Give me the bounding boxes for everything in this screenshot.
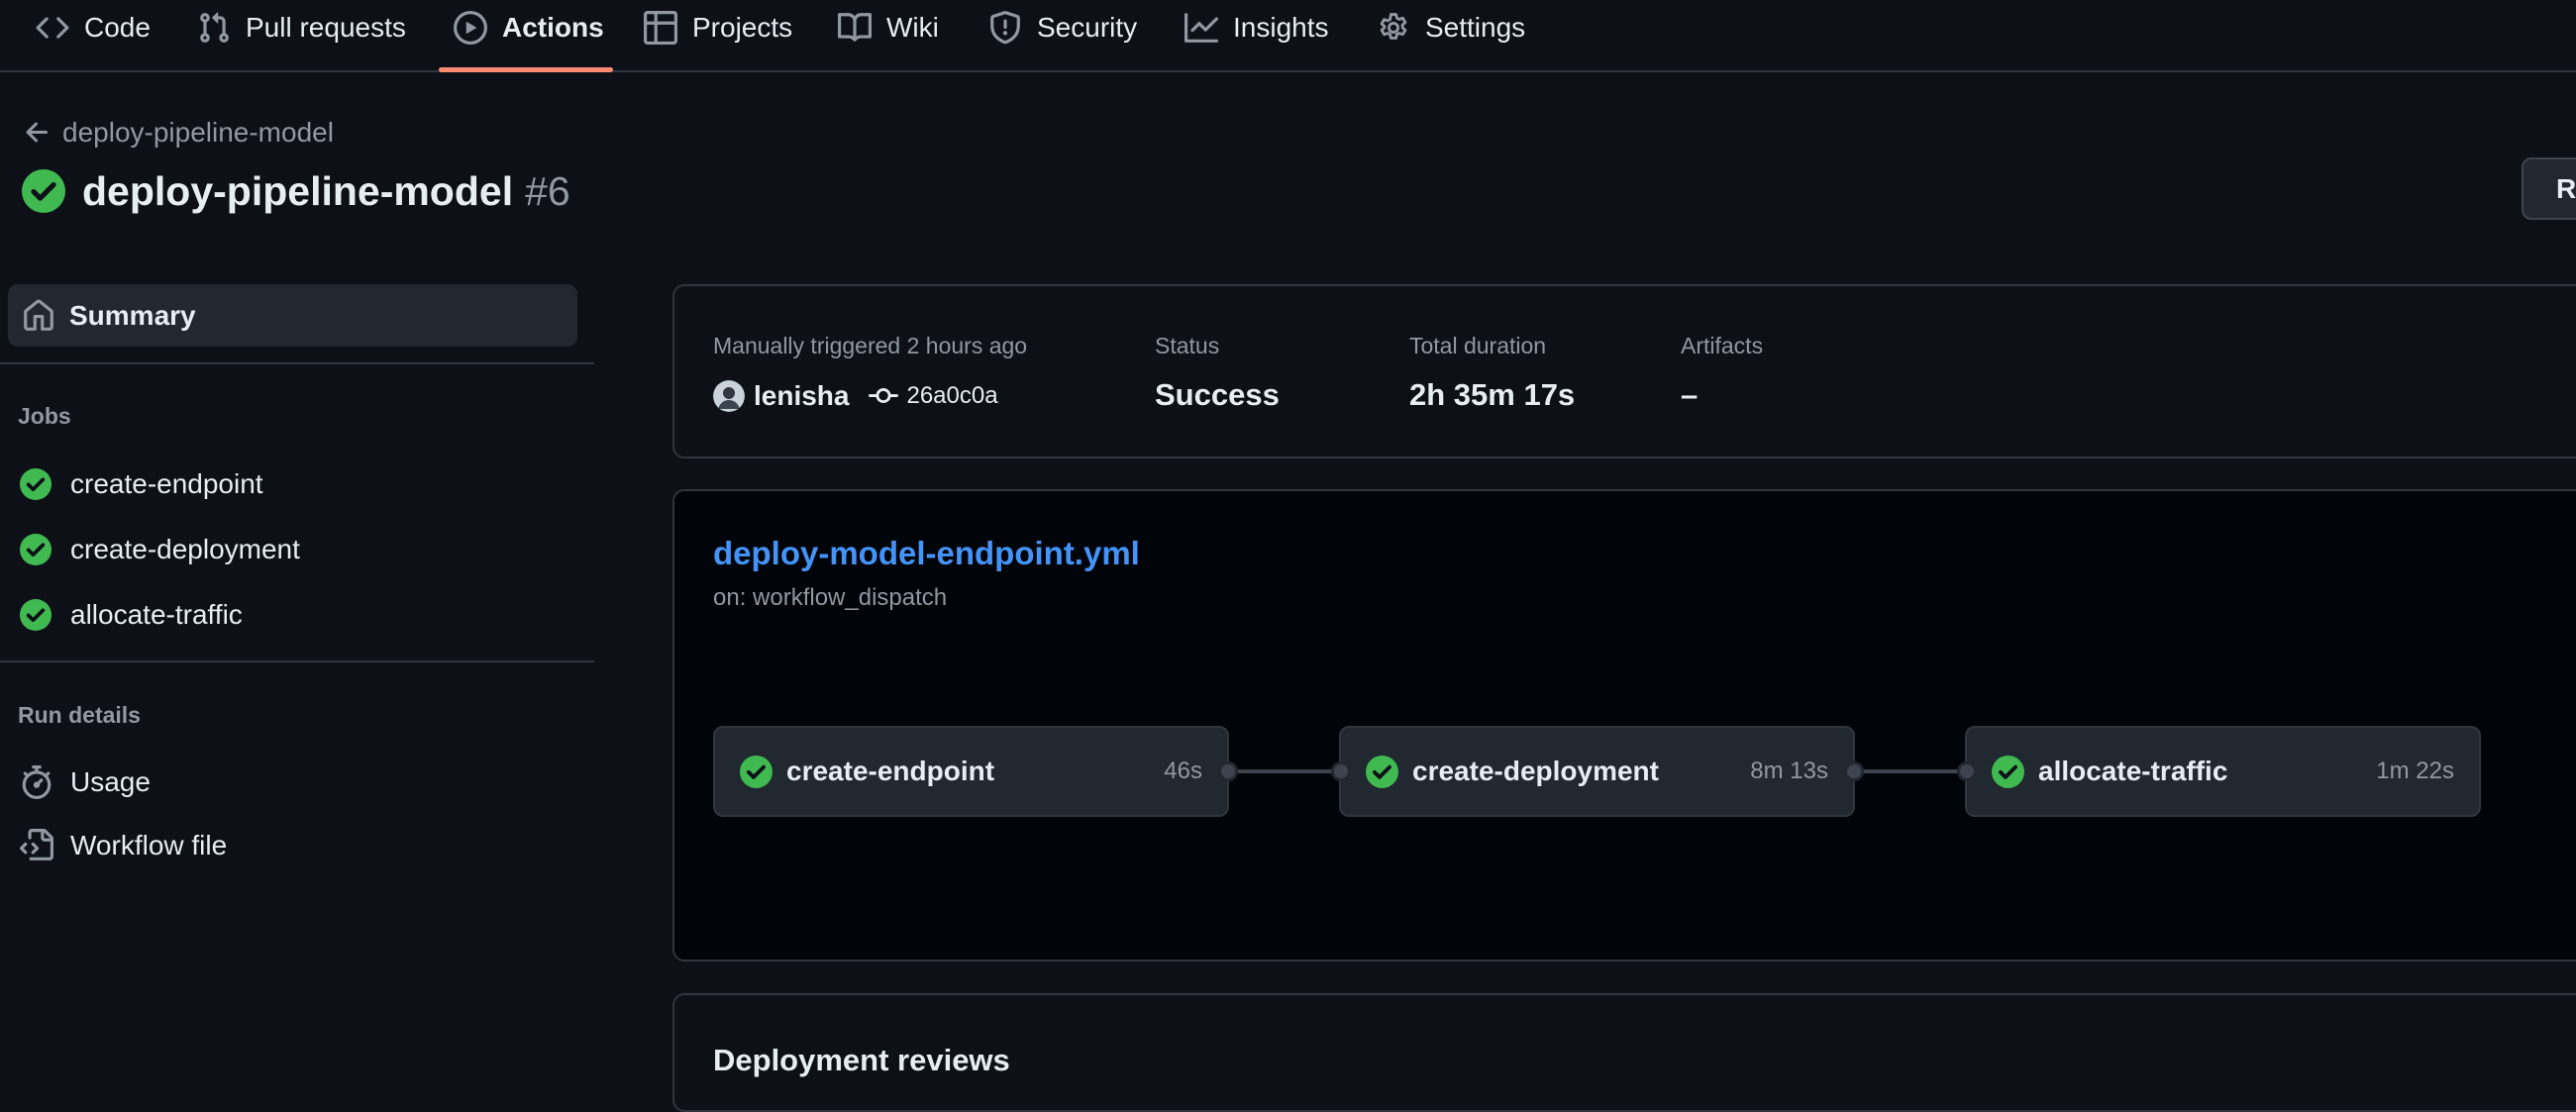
check-circle-icon: [740, 755, 773, 788]
job-connector: [1229, 769, 1339, 773]
workflow-file-link[interactable]: deploy-model-endpoint.yml: [713, 535, 1140, 572]
job-node-create-deployment[interactable]: create-deployment 8m 13s: [1339, 726, 1855, 817]
connector-port: [1331, 761, 1351, 781]
tab-security[interactable]: Security: [988, 0, 1137, 54]
home-icon: [24, 299, 53, 331]
summary-label: Summary: [69, 299, 196, 331]
actor-name[interactable]: lenisha: [754, 380, 849, 412]
shield-icon: [990, 10, 1020, 44]
sidebar-item-workflow-file[interactable]: Workflow file: [20, 824, 227, 867]
sidebar-item-allocate-traffic[interactable]: allocate-traffic: [20, 593, 243, 637]
tab-pull-requests[interactable]: Pull requests: [197, 0, 406, 54]
tab-label: Insights: [1233, 11, 1329, 43]
trigger-text: Manually triggered 2 hours ago: [713, 333, 1028, 358]
rerun-button[interactable]: Re: [2522, 157, 2576, 220]
status-value: Success: [1155, 377, 1280, 412]
job-name: create-endpoint: [786, 756, 995, 786]
back-to-workflow-link[interactable]: deploy-pipeline-model: [22, 113, 334, 152]
tab-label: Code: [84, 11, 151, 43]
run-number: #6: [525, 167, 570, 214]
artifacts-label: Artifacts: [1681, 333, 1764, 358]
sidebar-divider: [0, 660, 594, 662]
check-circle-icon: [1992, 755, 2024, 788]
check-circle-icon: [20, 599, 52, 631]
check-circle-icon: [20, 534, 52, 565]
page-title: deploy-pipeline-model #6: [22, 163, 570, 219]
jobs-heading: Jobs: [18, 403, 71, 429]
tab-label: Projects: [692, 11, 793, 43]
duration-value: 2h 35m 17s: [1409, 377, 1576, 412]
tab-actions[interactable]: Actions: [454, 0, 604, 54]
commit-sha: 26a0c0a: [906, 382, 998, 409]
tab-insights[interactable]: Insights: [1185, 0, 1329, 54]
commit-link[interactable]: 26a0c0a: [869, 381, 998, 411]
connector-port: [1844, 761, 1864, 781]
arrow-left-icon: [26, 122, 48, 143]
sidebar-item-usage[interactable]: Usage: [20, 760, 151, 804]
tab-label: Wiki: [886, 11, 939, 43]
artifacts-value: –: [1681, 377, 1699, 412]
stopwatch-icon: [22, 765, 52, 799]
repo-nav: Code Pull requests Actions Projects Wiki…: [0, 0, 2576, 72]
check-circle-icon: [1366, 755, 1398, 788]
run-summary-card: [672, 284, 2576, 458]
tab-label: Settings: [1425, 11, 1526, 43]
run-title: deploy-pipeline-model: [82, 167, 514, 214]
book-icon: [838, 12, 872, 42]
run-details-heading: Run details: [18, 702, 141, 728]
graph-icon: [1185, 12, 1218, 43]
pull-request-icon: [200, 11, 229, 43]
usage-label: Usage: [70, 766, 151, 797]
job-label: create-endpoint: [70, 468, 263, 499]
tab-label: Pull requests: [246, 11, 406, 43]
workflow-file-label: Workflow file: [70, 830, 228, 860]
deployment-reviews-title: Deployment reviews: [713, 1043, 1010, 1077]
sidebar-item-create-deployment[interactable]: create-deployment: [20, 528, 300, 571]
job-node-allocate-traffic[interactable]: allocate-traffic 1m 22s: [1965, 726, 2481, 817]
file-code-icon: [20, 829, 53, 860]
tab-projects[interactable]: Projects: [644, 0, 792, 54]
connector-port: [1957, 761, 1977, 781]
job-duration: 8m 13s: [1750, 758, 1828, 784]
tab-label: Security: [1037, 11, 1138, 43]
run-actor: lenisha 26a0c0a: [713, 376, 998, 416]
job-connector: [1855, 769, 1965, 773]
avatar[interactable]: [713, 380, 745, 412]
commit-icon: [869, 388, 899, 404]
job-label: create-deployment: [70, 534, 300, 564]
check-circle-icon: [22, 169, 65, 213]
gear-icon: [1380, 12, 1407, 40]
duration-label: Total duration: [1409, 333, 1547, 358]
tab-code[interactable]: Code: [36, 0, 151, 54]
back-link-label: deploy-pipeline-model: [62, 117, 334, 148]
job-node-create-endpoint[interactable]: create-endpoint 46s: [713, 726, 1229, 817]
sidebar-item-summary[interactable]: Summary: [8, 284, 577, 347]
status-label: Status: [1155, 333, 1220, 358]
code-icon: [36, 16, 69, 39]
connector-port: [1218, 761, 1238, 781]
workflow-trigger: on: workflow_dispatch: [713, 584, 948, 611]
job-duration: 46s: [1164, 758, 1202, 784]
tab-wiki[interactable]: Wiki: [838, 0, 939, 54]
tab-label: Actions: [502, 11, 604, 43]
sidebar-divider: [0, 362, 594, 364]
table-icon: [644, 10, 677, 45]
rerun-button-label: Re: [2556, 172, 2576, 204]
job-label: allocate-traffic: [70, 599, 243, 630]
sidebar-item-create-endpoint[interactable]: create-endpoint: [20, 462, 263, 506]
job-name: create-deployment: [1412, 756, 1659, 786]
avatar-image: [713, 380, 745, 412]
job-duration: 1m 22s: [2376, 758, 2454, 784]
tab-settings[interactable]: Settings: [1377, 0, 1525, 54]
job-name: allocate-traffic: [2038, 756, 2228, 786]
check-circle-icon: [20, 468, 52, 500]
play-icon: [454, 10, 487, 45]
active-tab-indicator: [439, 67, 613, 72]
